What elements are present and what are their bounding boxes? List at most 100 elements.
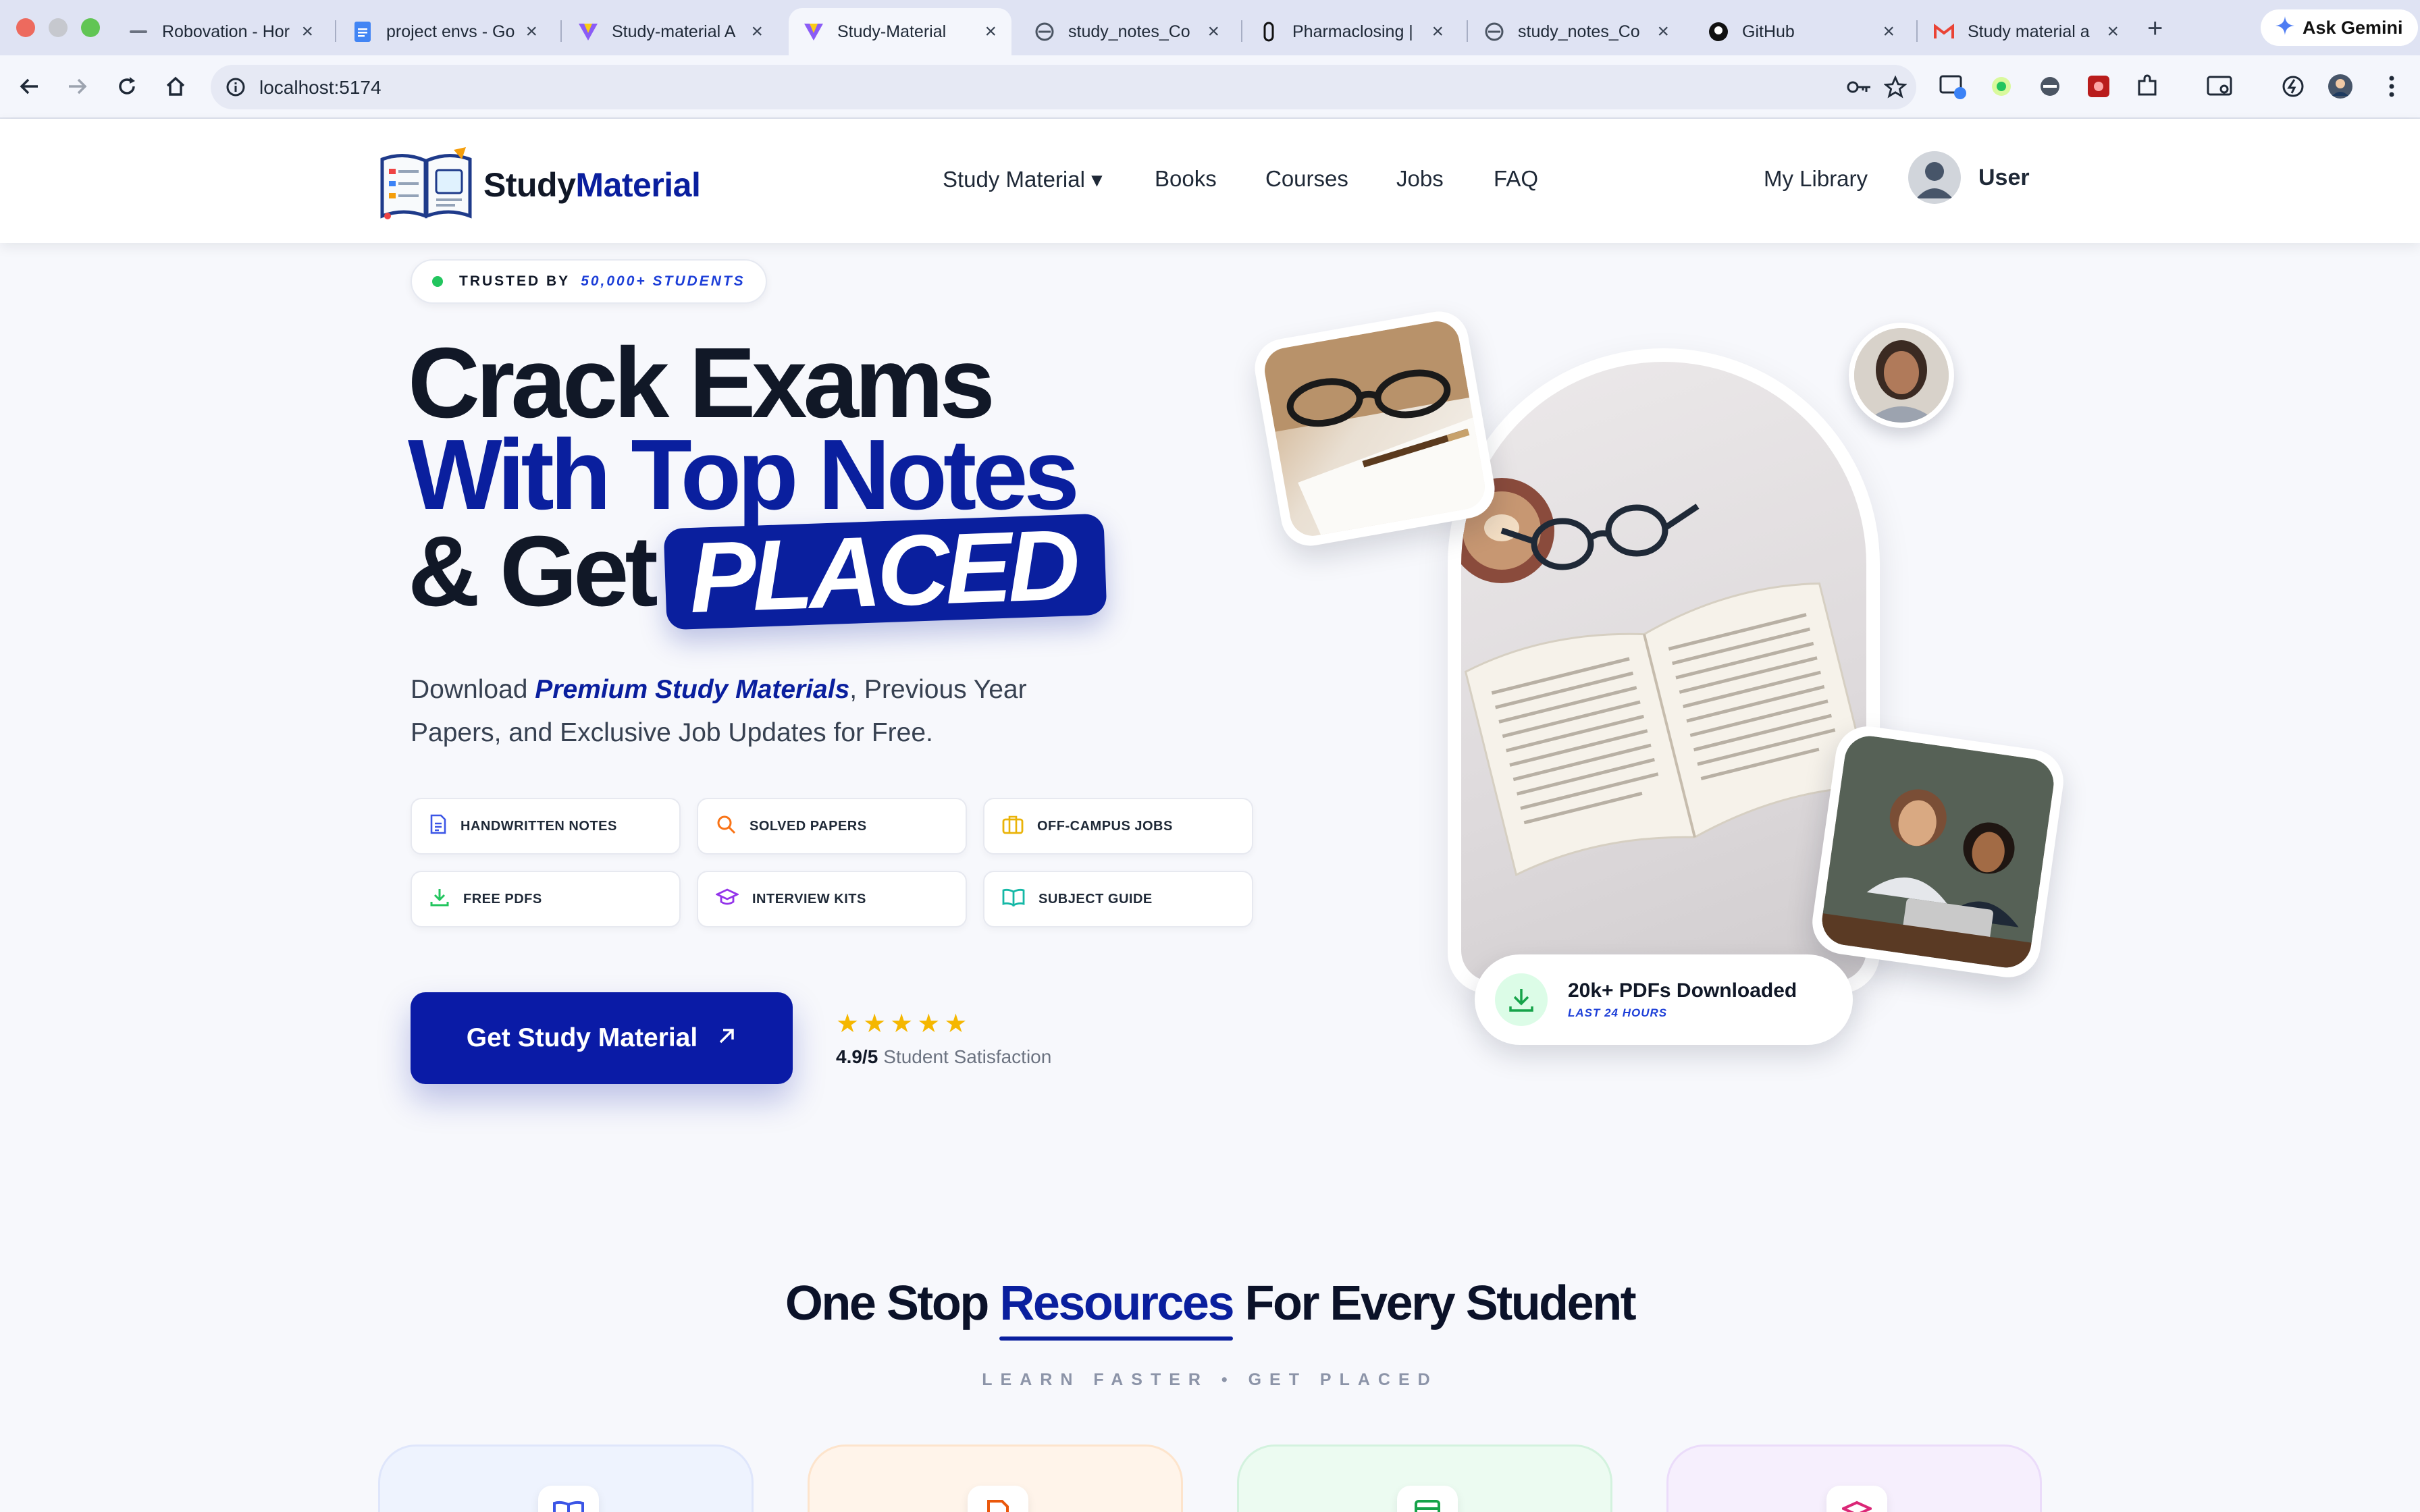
user-menu[interactable]: User [1908, 151, 2030, 204]
hero-headline: Crack Exams With Top Notes & Get PLACED [408, 333, 1107, 634]
back-arrow-icon[interactable] [15, 72, 45, 101]
google-docs-icon [352, 22, 373, 42]
nav-study-material-dropdown[interactable]: Study Material ▾ [943, 166, 1103, 192]
reading-mode-icon[interactable] [2207, 73, 2234, 100]
resource-card-papers[interactable] [808, 1444, 1183, 1512]
browser-tab[interactable]: Robovation - Hor × [113, 8, 328, 55]
chip-off-campus-jobs[interactable]: OFF-CAMPUS JOBS [983, 798, 1253, 855]
chip-subject-guide[interactable]: SUBJECT GUIDE [983, 871, 1253, 927]
home-icon[interactable] [161, 72, 190, 101]
tab-separator [1467, 20, 1468, 42]
globe-icon [1034, 22, 1055, 42]
download-icon [429, 887, 450, 911]
close-tab-icon[interactable]: × [751, 20, 763, 43]
performance-icon[interactable] [2280, 73, 2307, 100]
tab-separator [1916, 20, 1918, 42]
window-minimize-button[interactable] [49, 18, 68, 37]
cast-extension-icon[interactable] [1939, 73, 1966, 100]
robovation-favicon-icon [128, 22, 149, 42]
close-tab-icon[interactable]: × [984, 20, 997, 43]
students-group-photo [1808, 722, 2068, 982]
trusted-badge: TRUSTED BY 50,000+ STUDENTS [411, 259, 767, 304]
pharmaclosing-favicon-icon [1259, 22, 1279, 42]
site-logo[interactable]: StudyMaterial [378, 146, 701, 223]
new-tab-button[interactable]: + [2147, 14, 2163, 44]
bookmark-star-icon[interactable] [1883, 75, 1908, 102]
nav-books[interactable]: Books [1155, 166, 1217, 192]
nav-faq[interactable]: FAQ [1494, 166, 1538, 192]
close-tab-icon[interactable]: × [1207, 20, 1219, 43]
window-close-button[interactable] [16, 18, 35, 37]
chip-handwritten-notes[interactable]: HANDWRITTEN NOTES [411, 798, 681, 855]
url-text: localhost:5174 [259, 77, 382, 98]
open-book-icon [538, 1486, 599, 1512]
star-icon: ★ [863, 1010, 887, 1038]
chip-free-pdfs[interactable]: FREE PDFS [411, 871, 681, 927]
get-study-material-button[interactable]: Get Study Material [411, 992, 793, 1084]
browser-tab[interactable]: project envs - Go × [338, 8, 552, 55]
downloads-stat-card: 20k+ PDFs Downloaded LAST 24 HOURS [1475, 954, 1853, 1045]
browser-tab[interactable]: study_notes_Co × [1469, 8, 1684, 55]
window-maximize-button[interactable] [81, 18, 100, 37]
download-icon [1495, 973, 1548, 1026]
extensions-puzzle-icon[interactable] [2134, 73, 2161, 100]
gmail-icon [1934, 22, 1954, 42]
password-key-icon[interactable] [1846, 77, 1872, 101]
chip-solved-papers[interactable]: SOLVED PAPERS [697, 798, 967, 855]
extension-gray-icon[interactable] [2036, 73, 2063, 100]
chip-interview-kits[interactable]: INTERVIEW KITS [697, 871, 967, 927]
ask-gemini-button[interactable]: Ask Gemini [2261, 9, 2418, 46]
close-tab-icon[interactable]: × [1657, 20, 1669, 43]
glasses-notes-photo [1250, 306, 1500, 551]
graduation-cap-icon [1826, 1486, 1887, 1512]
nav-jobs[interactable]: Jobs [1396, 166, 1444, 192]
close-tab-icon[interactable]: × [301, 20, 313, 43]
browser-tab[interactable]: Study-material A × [563, 8, 778, 55]
browser-menu-icon[interactable] [2378, 73, 2405, 100]
star-icon: ★ [836, 1010, 860, 1038]
rating-block: ★ ★ ★ ★ ★ 4.9/5 Student Satisfaction [836, 1011, 1051, 1068]
browser-tab[interactable]: Study material a × [1919, 8, 2134, 55]
address-bar[interactable]: localhost:5174 [211, 65, 1916, 109]
browser-tab-active[interactable]: Study-Material × [789, 8, 1011, 55]
rating-stars: ★ ★ ★ ★ ★ [836, 1011, 1051, 1037]
vite-icon [804, 22, 824, 42]
graduation-cap-icon [714, 887, 740, 911]
nav-my-library[interactable]: My Library [1764, 166, 1868, 192]
resource-card-sheets[interactable] [1237, 1444, 1612, 1512]
forward-arrow-icon[interactable] [62, 72, 92, 101]
close-tab-icon[interactable]: × [525, 20, 537, 43]
star-icon: ★ [917, 1010, 941, 1038]
globe-icon [1484, 22, 1504, 42]
resource-card-interview[interactable] [1666, 1444, 2042, 1512]
close-tab-icon[interactable]: × [1883, 20, 1895, 43]
spreadsheet-icon [1397, 1486, 1458, 1512]
gemini-sparkle-icon [2276, 16, 2294, 40]
briefcase-icon [1002, 814, 1024, 838]
document-icon [968, 1486, 1028, 1512]
browser-tab-bar: Robovation - Hor × project envs - Go × S… [0, 0, 2420, 55]
status-dot [432, 276, 443, 287]
open-book-icon [1002, 888, 1025, 911]
tab-separator [1241, 20, 1242, 42]
student-avatar-photo [1849, 323, 1954, 428]
document-icon [429, 814, 447, 838]
rating-label: Student Satisfaction [883, 1046, 1052, 1067]
close-tab-icon[interactable]: × [1431, 20, 1444, 43]
browser-tab[interactable]: study_notes_Co × [1020, 8, 1234, 55]
close-tab-icon[interactable]: × [2107, 20, 2119, 43]
nav-courses[interactable]: Courses [1265, 166, 1348, 192]
browser-tab[interactable]: GitHub × [1693, 8, 1910, 55]
resource-card-study-notes[interactable] [378, 1444, 754, 1512]
browser-tab[interactable]: Pharmaclosing | × [1244, 8, 1458, 55]
extension-green-icon[interactable] [1988, 73, 2015, 100]
site-info-icon[interactable] [226, 77, 246, 101]
hero-subtext: Download Premium Study Materials, Previo… [411, 675, 1027, 747]
profile-avatar-icon[interactable] [2327, 73, 2354, 100]
tab-separator [335, 20, 336, 42]
reload-icon[interactable] [112, 72, 142, 101]
extension-red-icon[interactable] [2085, 73, 2112, 100]
site-logo-text: StudyMaterial [483, 165, 701, 204]
github-icon [1708, 22, 1729, 42]
book-logo-icon [378, 146, 474, 223]
